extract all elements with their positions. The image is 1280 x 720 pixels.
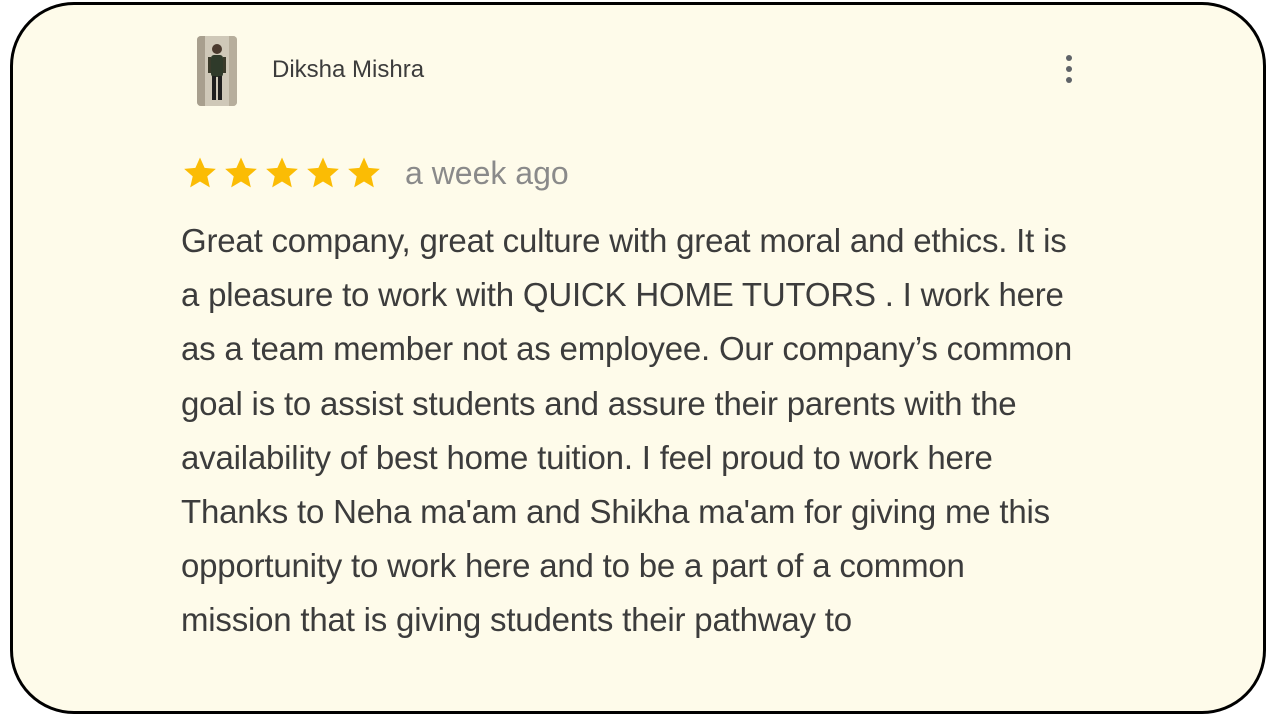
star-icon bbox=[348, 157, 380, 188]
rating-row: a week ago bbox=[181, 153, 569, 193]
review-time: a week ago bbox=[405, 155, 569, 191]
star-icon bbox=[184, 157, 216, 188]
more-vert-icon-dot bbox=[1066, 66, 1072, 72]
star-icon bbox=[225, 157, 257, 188]
more-options-button[interactable] bbox=[1057, 51, 1081, 87]
person-photo-icon bbox=[197, 36, 237, 106]
review-text: Great company, great culture with great … bbox=[181, 222, 1072, 639]
more-vert-icon-dot bbox=[1066, 77, 1072, 83]
reviewer-name[interactable]: Diksha Mishra bbox=[272, 55, 424, 85]
review-card: Diksha Mishra a week ago Great company, … bbox=[10, 2, 1266, 714]
more-vert-icon-dot bbox=[1066, 55, 1072, 61]
star-icon bbox=[307, 157, 339, 188]
star-rating bbox=[181, 154, 383, 192]
avatar[interactable] bbox=[197, 36, 237, 106]
star-icon bbox=[266, 157, 298, 188]
